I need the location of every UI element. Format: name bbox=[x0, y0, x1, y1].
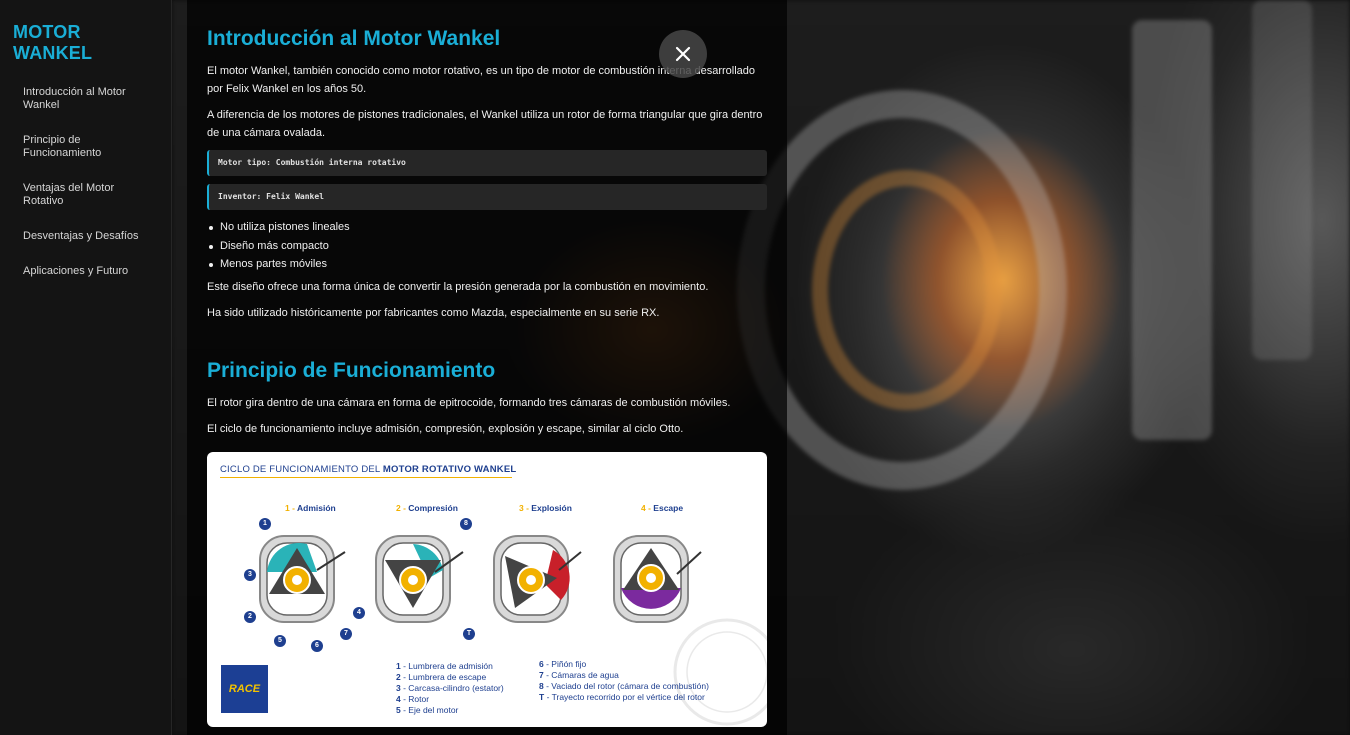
sidebar: MOTOR WANKEL Introducción al Motor Wanke… bbox=[0, 0, 172, 735]
sidebar-nav: Introducción al Motor Wankel Principio d… bbox=[13, 86, 158, 278]
sidebar-item-desventajas[interactable]: Desventajas y Desafíos bbox=[13, 230, 158, 243]
diagram-badge: T bbox=[463, 627, 475, 640]
stage-engine-compresion bbox=[375, 534, 464, 623]
race-logo: RACE bbox=[221, 664, 268, 713]
diagram-badge: 8 bbox=[460, 517, 472, 530]
main-content: Introducción al Motor Wankel El motor Wa… bbox=[187, 0, 787, 735]
list-item: No utiliza pistones lineales bbox=[207, 218, 767, 237]
diagram-badge: 7 bbox=[340, 627, 352, 640]
diagram-legend-right: 6 - Piñón fijo 7 - Cámaras de agua 8 - V… bbox=[539, 658, 709, 702]
list-item: Menos partes móviles bbox=[207, 255, 767, 274]
section-title-principio: Principio de Funcionamiento bbox=[207, 358, 496, 382]
diagram-badge: 4 bbox=[353, 606, 365, 619]
diagram-badge: 5 bbox=[274, 634, 286, 647]
stage-engine-explosion bbox=[493, 534, 582, 623]
diagram-badge: 1 bbox=[259, 517, 271, 530]
code-block-inventor: Inventor: Felix Wankel bbox=[207, 184, 767, 210]
intro-paragraph-4: Ha sido utilizado históricamente por fab… bbox=[207, 306, 660, 319]
features-list: No utiliza pistones lineales Diseño más … bbox=[207, 218, 767, 274]
section-principio: Principio de Funcionamiento El rotor gir… bbox=[207, 358, 767, 727]
sidebar-item-principio[interactable]: Principio de Funcionamiento bbox=[13, 134, 113, 160]
diagram-badge: 6 bbox=[311, 639, 323, 652]
site-logo[interactable]: MOTOR WANKEL bbox=[13, 22, 158, 64]
principle-paragraph-2: El ciclo de funcionamiento incluye admis… bbox=[207, 422, 684, 435]
close-button[interactable] bbox=[659, 30, 707, 78]
logo-line-1: MOTOR bbox=[13, 22, 81, 42]
diagram-legend-left: 1 - Lumbrera de admisión 2 - Lumbrera de… bbox=[396, 660, 504, 715]
list-item: Diseño más compacto bbox=[207, 237, 767, 256]
diagram-badge: 2 bbox=[244, 610, 256, 623]
logo-line-2: WANKEL bbox=[13, 43, 93, 63]
intro-paragraph-2: A diferencia de los motores de pistones … bbox=[207, 109, 763, 139]
stage-engine-escape bbox=[613, 534, 702, 623]
diagram-badge: 3 bbox=[244, 568, 256, 581]
principle-paragraph-1: El rotor gira dentro de una cámara en fo… bbox=[207, 396, 731, 409]
intro-paragraph-3: Este diseño ofrece una forma única de co… bbox=[207, 280, 709, 293]
sidebar-item-aplicaciones[interactable]: Aplicaciones y Futuro bbox=[13, 265, 158, 278]
close-icon bbox=[675, 46, 691, 62]
code-block-motor-tipo: Motor tipo: Combustión interna rotativo bbox=[207, 150, 767, 176]
sidebar-item-ventajas[interactable]: Ventajas del Motor Rotativo bbox=[13, 182, 123, 208]
wankel-cycle-diagram: CICLO DE FUNCIONAMIENTO DEL MOTOR ROTATI… bbox=[207, 451, 767, 727]
stage-engine-admision bbox=[259, 534, 346, 623]
sidebar-item-introduccion[interactable]: Introducción al Motor Wankel bbox=[13, 86, 131, 112]
